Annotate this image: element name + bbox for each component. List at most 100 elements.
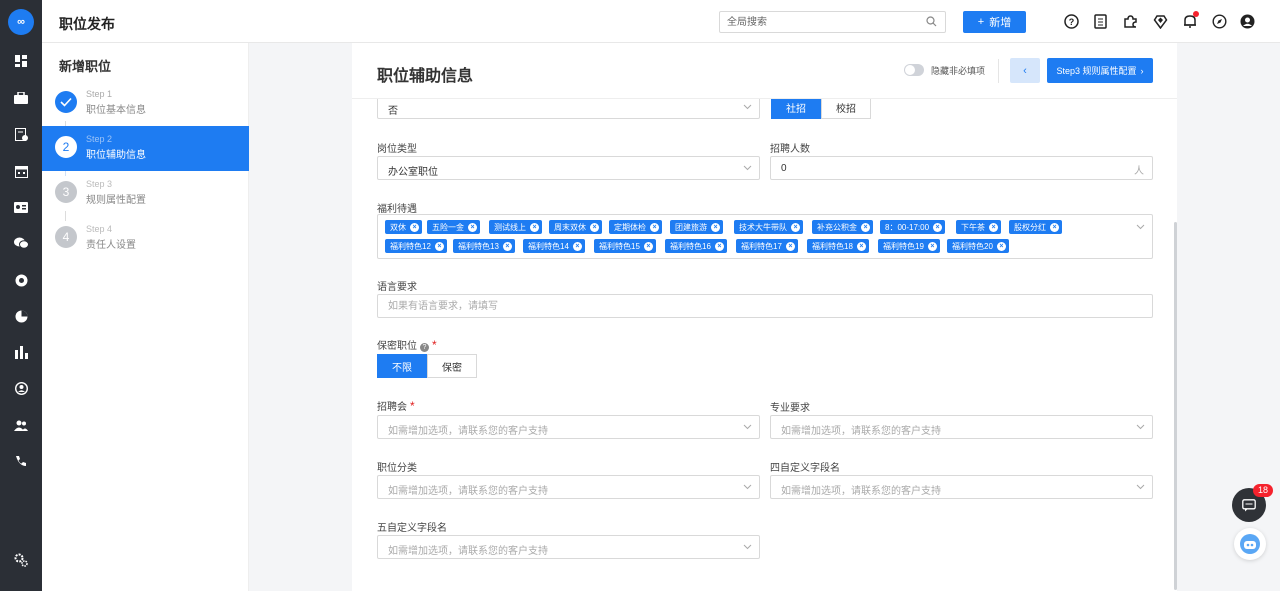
- prev-step-button[interactable]: ‹: [1010, 58, 1040, 83]
- benefit-tag[interactable]: 福利特色13 ×: [453, 239, 515, 253]
- remove-tag-icon[interactable]: ×: [1050, 222, 1059, 232]
- compass-icon[interactable]: [1210, 12, 1228, 30]
- benefit-tag[interactable]: 补充公积金 ×: [812, 220, 873, 234]
- job-fair-label-text: 招聘会: [377, 402, 407, 413]
- option-unlimited[interactable]: 不限: [377, 354, 427, 378]
- next-step-button[interactable]: Step3 规则属性配置 ›: [1047, 58, 1153, 83]
- remove-tag-icon[interactable]: ×: [714, 241, 724, 251]
- benefit-tag[interactable]: 福利特色18 ×: [807, 239, 869, 253]
- user-account-icon[interactable]: [1238, 12, 1256, 30]
- benefit-tag[interactable]: 福利特色12 ×: [385, 239, 447, 253]
- major-placeholder: 如需增加选项，请联系您的客户支持: [781, 426, 941, 437]
- benefit-tag[interactable]: 周末双休 ×: [549, 220, 602, 234]
- benefit-tag[interactable]: 五险一金 ×: [427, 220, 480, 234]
- help-icon[interactable]: ?: [420, 343, 429, 352]
- gem-icon[interactable]: [1151, 12, 1169, 30]
- benefit-tag[interactable]: 定期体检 ×: [609, 220, 662, 234]
- wechat-icon[interactable]: [11, 233, 31, 253]
- form-title: 职位辅助信息: [377, 68, 474, 85]
- remove-tag-icon[interactable]: ×: [410, 222, 419, 232]
- step-item-2[interactable]: 2 Step 2 职位辅助信息: [42, 126, 249, 171]
- benefit-tag[interactable]: 福利特色15 ×: [594, 239, 656, 253]
- remove-tag-icon[interactable]: ×: [530, 222, 539, 232]
- next-step-label: Step3 规则属性配置: [1056, 66, 1137, 76]
- remove-tag-icon[interactable]: ×: [927, 241, 937, 251]
- major-select[interactable]: 如需增加选项，请联系您的客户支持: [770, 415, 1153, 439]
- position-type-select[interactable]: 办公室职位: [377, 156, 760, 180]
- benefit-tag[interactable]: 下午茶 ×: [956, 220, 1001, 234]
- benefit-tag[interactable]: 测试线上 ×: [489, 220, 542, 234]
- main-form-panel: 职位辅助信息 隐藏非必填项 ‹ Step3 规则属性配置 › 否 社招 校招 岗…: [352, 43, 1177, 591]
- chevron-down-icon: [743, 104, 752, 110]
- benefit-tag[interactable]: 福利特色19 ×: [878, 239, 940, 253]
- benefit-tag[interactable]: 福利特色14 ×: [523, 239, 585, 253]
- chevron-left-icon: ‹: [1023, 64, 1027, 77]
- chevron-down-icon: [743, 544, 752, 550]
- remove-tag-icon[interactable]: ×: [856, 241, 866, 251]
- schedule-icon[interactable]: [11, 124, 31, 144]
- page-scrollbar[interactable]: [1174, 222, 1177, 590]
- remove-tag-icon[interactable]: ×: [711, 222, 720, 232]
- briefcase-icon[interactable]: [11, 88, 31, 108]
- step-number: Step 1: [86, 89, 113, 99]
- hide-optional-toggle[interactable]: [904, 64, 924, 76]
- step-item-4[interactable]: 4 Step 4 责任人设置: [42, 216, 249, 261]
- pie-chart-icon[interactable]: [11, 306, 31, 326]
- job-fair-select[interactable]: 如需增加选项，请联系您的客户支持: [377, 415, 760, 439]
- custom5-select[interactable]: 如需增加选项，请联系您的客户支持: [377, 535, 760, 559]
- remove-tag-icon[interactable]: ×: [590, 222, 599, 232]
- benefit-tag-label: 股权分红: [1014, 222, 1046, 232]
- remove-tag-icon[interactable]: ×: [933, 222, 943, 232]
- remove-tag-icon[interactable]: ×: [785, 241, 795, 251]
- benefit-tag[interactable]: 双休 ×: [385, 220, 422, 234]
- custom4-select[interactable]: 如需增加选项，请联系您的客户支持: [770, 475, 1153, 499]
- dashboard-icon[interactable]: [11, 51, 31, 71]
- chevron-down-icon: [1136, 224, 1145, 230]
- chevron-right-icon: ›: [1140, 65, 1144, 76]
- benefits-multiselect[interactable]: 双休 × 五险一金 × 测试线上 × 周末双休 × 定期体检 × 团建旅游 × 技术大牛带队 × 补充公积金…: [377, 214, 1153, 259]
- global-search[interactable]: [719, 11, 946, 33]
- language-input[interactable]: [377, 294, 1153, 318]
- benefit-tag[interactable]: 团建旅游 ×: [670, 220, 723, 234]
- benefit-tag-label: 福利特色17: [741, 241, 782, 251]
- settings-icon[interactable]: [11, 550, 31, 570]
- benefit-tag[interactable]: 股权分红 ×: [1009, 220, 1062, 234]
- phone-icon[interactable]: [11, 451, 31, 471]
- user-circle-icon[interactable]: [11, 378, 31, 398]
- id-card-icon[interactable]: [11, 197, 31, 217]
- option-confidential[interactable]: 保密: [427, 354, 477, 378]
- benefit-tag[interactable]: 技术大牛带队 ×: [734, 220, 803, 234]
- step-item-3[interactable]: 3 Step 3 规则属性配置: [42, 171, 249, 216]
- bar-chart-icon[interactable]: [11, 342, 31, 362]
- remove-tag-icon[interactable]: ×: [791, 222, 800, 232]
- step-item-1[interactable]: Step 1 职位基本信息: [42, 81, 249, 126]
- app-logo[interactable]: ∞: [8, 9, 34, 35]
- help-icon[interactable]: ?: [1062, 12, 1080, 30]
- remove-tag-icon[interactable]: ×: [572, 241, 582, 251]
- calendar-icon[interactable]: [11, 161, 31, 181]
- headcount-input[interactable]: 0 人: [770, 156, 1153, 180]
- remove-tag-icon[interactable]: ×: [643, 241, 653, 251]
- target-icon[interactable]: [11, 270, 31, 290]
- benefit-tag[interactable]: 福利特色17 ×: [736, 239, 798, 253]
- remove-tag-icon[interactable]: ×: [468, 222, 477, 232]
- remove-tag-icon[interactable]: ×: [434, 241, 444, 251]
- notification-bell-icon[interactable]: [1181, 11, 1199, 30]
- benefit-tag[interactable]: 福利特色16 ×: [665, 239, 727, 253]
- assistant-bot-button[interactable]: [1234, 528, 1266, 560]
- search-input[interactable]: [720, 12, 920, 32]
- benefit-tag[interactable]: 福利特色20 ×: [947, 239, 1009, 253]
- remove-tag-icon[interactable]: ×: [989, 222, 998, 232]
- puzzle-icon[interactable]: [1121, 12, 1139, 30]
- notification-dot: [1193, 11, 1199, 17]
- document-icon[interactable]: [1091, 12, 1109, 30]
- remove-tag-icon[interactable]: ×: [502, 241, 512, 251]
- search-icon[interactable]: [926, 16, 937, 30]
- category-select[interactable]: 如需增加选项，请联系您的客户支持: [377, 475, 760, 499]
- add-new-button[interactable]: + 新增: [963, 11, 1026, 33]
- remove-tag-icon[interactable]: ×: [650, 222, 659, 232]
- team-icon[interactable]: [11, 415, 31, 435]
- benefit-tag[interactable]: 8：00-17:00 ×: [880, 220, 946, 234]
- remove-tag-icon[interactable]: ×: [996, 241, 1006, 251]
- remove-tag-icon[interactable]: ×: [861, 222, 870, 232]
